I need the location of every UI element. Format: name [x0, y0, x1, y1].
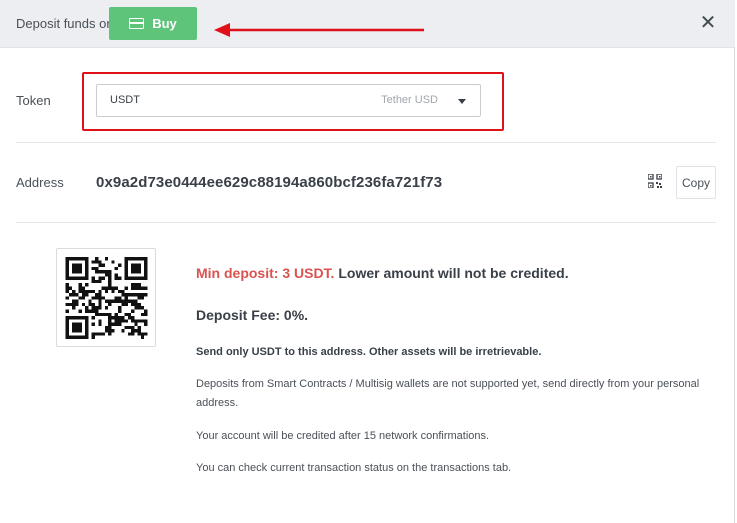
qr-code-icon[interactable]: [648, 174, 662, 188]
deposit-address[interactable]: 0x9a2d73e0444ee629c88194a860bcf236fa721f…: [96, 174, 442, 191]
asset-warning: Send only USDT to this address. Other as…: [196, 346, 542, 358]
min-deposit-text: Lower amount will not be credited.: [338, 265, 569, 281]
token-label: Token: [16, 93, 51, 108]
address-label: Address: [16, 175, 64, 190]
status-note: You can check current transaction status…: [196, 462, 512, 474]
token-name: Tether USD: [381, 94, 438, 106]
qr-code-frame: [56, 248, 156, 347]
buy-button-label: Buy: [152, 16, 177, 31]
min-deposit-amount: Min deposit: 3 USDT.: [196, 265, 335, 281]
buy-button[interactable]: Buy: [109, 7, 197, 40]
token-symbol: USDT: [110, 94, 140, 106]
deposit-fee: Deposit Fee: 0%.: [196, 307, 309, 323]
copy-button[interactable]: Copy: [676, 166, 716, 199]
modal-header: Deposit funds or Buy ✕: [0, 0, 735, 48]
divider: [16, 142, 716, 143]
min-deposit-notice: Min deposit: 3 USDT. Lower amount will n…: [196, 265, 716, 281]
contracts-note: Deposits from Smart Contracts / Multisig…: [196, 378, 700, 409]
card-icon: [129, 18, 145, 29]
deposit-modal: Deposit funds or Buy ✕ Token USDT Tether…: [0, 0, 735, 523]
annotation-arrow: [214, 23, 424, 37]
confirmations-note: Your account will be credited after 15 n…: [196, 430, 490, 442]
token-select[interactable]: USDT Tether USD: [96, 84, 481, 117]
modal-title: Deposit funds or: [16, 16, 111, 31]
qr-code-image: [65, 257, 148, 339]
close-icon[interactable]: ✕: [698, 12, 718, 34]
divider: [16, 222, 716, 223]
chevron-down-icon: [458, 99, 466, 104]
